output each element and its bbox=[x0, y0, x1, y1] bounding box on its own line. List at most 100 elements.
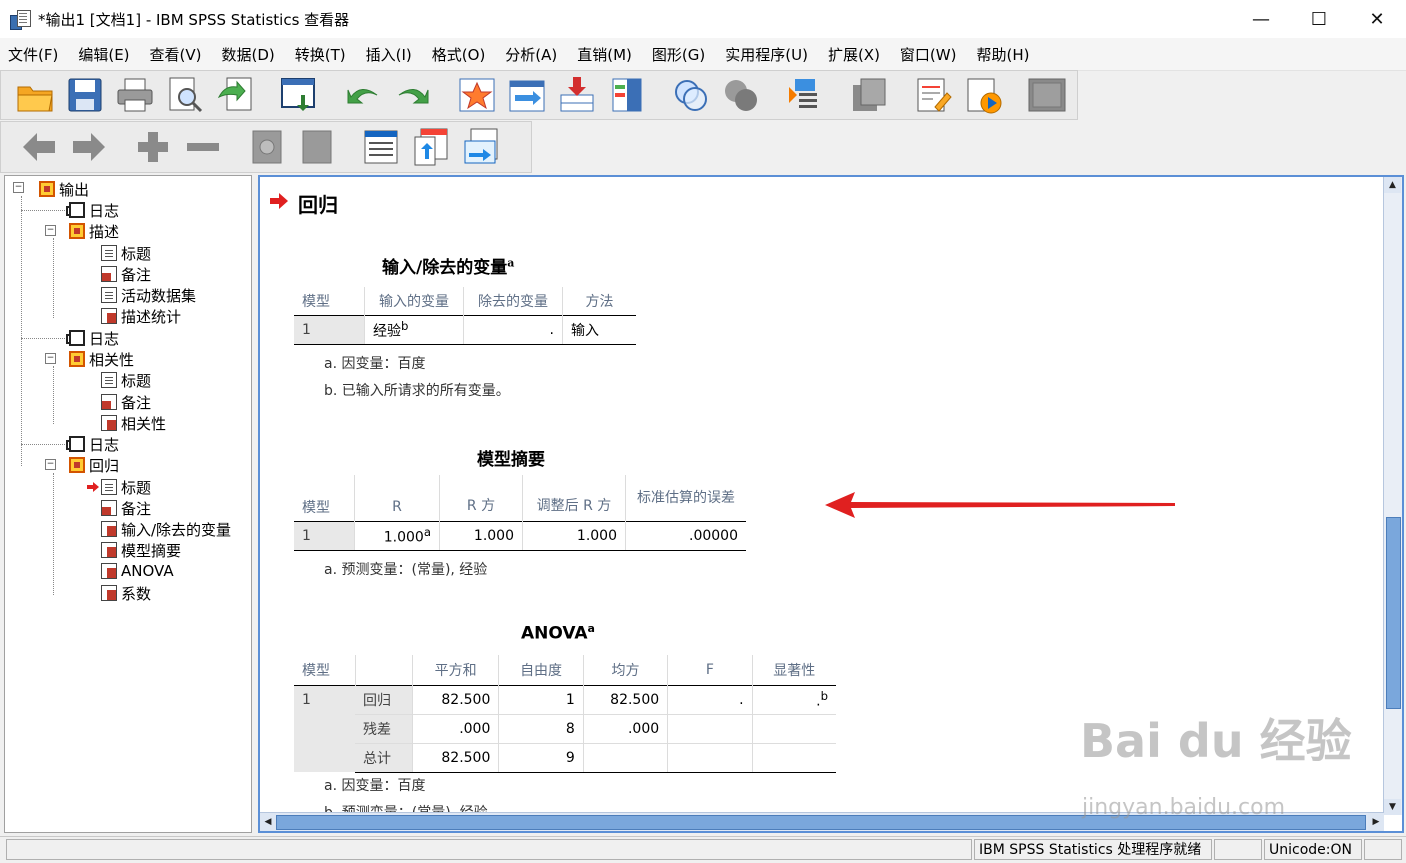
menu-view[interactable]: 查看(V) bbox=[142, 44, 214, 65]
weight-cases-icon[interactable] bbox=[721, 75, 761, 115]
hide-icon[interactable] bbox=[297, 127, 337, 167]
maximize-button[interactable]: ☐ bbox=[1290, 0, 1348, 38]
model-summary-title: 模型摘要 bbox=[477, 450, 545, 470]
menu-window[interactable]: 窗口(W) bbox=[892, 44, 969, 65]
outline-node-correlations-table[interactable]: 相关性 bbox=[101, 413, 166, 433]
menu-direct-marketing[interactable]: 直销(M) bbox=[569, 44, 644, 65]
outline-node-variables-entered[interactable]: 输入/除去的变量 bbox=[101, 519, 231, 539]
outline-node-log[interactable]: 日志 bbox=[66, 200, 119, 220]
table-cell: 总计 bbox=[355, 742, 413, 773]
use-sets-icon[interactable] bbox=[849, 75, 889, 115]
open-icon[interactable] bbox=[15, 75, 55, 115]
header-cell: 输入的变量 bbox=[364, 287, 464, 316]
scroll-left-arrow-icon[interactable]: ◀ bbox=[260, 813, 276, 831]
collapse-toggle[interactable]: − bbox=[45, 459, 56, 470]
anova-title: ANOVAa bbox=[521, 622, 595, 644]
outline-node-log[interactable]: 日志 bbox=[66, 328, 119, 348]
scroll-down-arrow-icon[interactable]: ▼ bbox=[1384, 799, 1401, 815]
outline-node-anova[interactable]: ANOVA bbox=[101, 561, 174, 581]
script-icon[interactable] bbox=[913, 75, 953, 115]
outline-node-coefficients[interactable]: 系数 bbox=[101, 583, 151, 603]
variables-entered-title: 输入/除去的变量a bbox=[382, 256, 515, 278]
menu-help[interactable]: 帮助(H) bbox=[968, 44, 1041, 65]
save-icon[interactable] bbox=[65, 75, 105, 115]
menu-data[interactable]: 数据(D) bbox=[214, 44, 287, 65]
designate-window-icon[interactable] bbox=[1027, 75, 1067, 115]
vertical-scroll-thumb[interactable] bbox=[1386, 517, 1401, 709]
outline-node-title[interactable]: 标题 bbox=[101, 370, 151, 390]
insert-cases-icon[interactable] bbox=[557, 75, 597, 115]
outline-node-model-summary[interactable]: 模型摘要 bbox=[101, 540, 181, 560]
insert-heading-icon[interactable] bbox=[361, 127, 401, 167]
export-icon[interactable] bbox=[215, 75, 255, 115]
collapse-toggle[interactable]: − bbox=[13, 182, 24, 193]
outline-node-title[interactable]: 标题 bbox=[101, 477, 151, 497]
outline-node-notes[interactable]: 备注 bbox=[101, 264, 151, 284]
forward-icon[interactable] bbox=[69, 127, 109, 167]
folder-icon bbox=[69, 457, 85, 473]
redo-icon[interactable] bbox=[393, 75, 433, 115]
outline-node-notes[interactable]: 备注 bbox=[101, 392, 151, 412]
menu-edit[interactable]: 编辑(E) bbox=[70, 44, 141, 65]
value-labels-icon[interactable] bbox=[785, 75, 825, 115]
table-cell bbox=[667, 742, 753, 773]
menu-file[interactable]: 文件(F) bbox=[0, 44, 70, 65]
outline-node-title[interactable]: 标题 bbox=[101, 243, 151, 263]
outline-node-log[interactable]: 日志 bbox=[66, 434, 119, 454]
goto-case-icon[interactable] bbox=[457, 75, 497, 115]
header-cell: 模型 bbox=[302, 662, 330, 679]
tree-connector bbox=[53, 366, 54, 424]
table-cell: 输入 bbox=[562, 315, 636, 345]
collapse-icon[interactable] bbox=[183, 127, 223, 167]
outline-node-regression[interactable]: 回归 bbox=[69, 455, 119, 475]
scroll-up-arrow-icon[interactable]: ▲ bbox=[1384, 177, 1401, 193]
close-button[interactable]: ✕ bbox=[1348, 0, 1406, 38]
table-cell: 回归 bbox=[355, 684, 413, 714]
menu-extensions[interactable]: 扩展(X) bbox=[820, 44, 892, 65]
run-script-icon[interactable] bbox=[963, 75, 1003, 115]
table-row: 残差 .000 8 .000 bbox=[294, 713, 836, 743]
vertical-scrollbar[interactable]: ▲ ▼ bbox=[1383, 177, 1402, 815]
table-icon bbox=[101, 415, 117, 431]
menu-analyze[interactable]: 分析(A) bbox=[497, 44, 569, 65]
table-cell: 82.500 bbox=[411, 742, 499, 773]
collapse-toggle[interactable]: − bbox=[45, 353, 56, 364]
insert-text-icon[interactable] bbox=[461, 127, 501, 167]
select-cases-icon[interactable] bbox=[671, 75, 711, 115]
table-cell: .000 bbox=[582, 713, 668, 743]
collapse-toggle[interactable]: − bbox=[45, 225, 56, 236]
folder-icon bbox=[39, 181, 55, 197]
tree-connector bbox=[53, 238, 54, 318]
show-icon[interactable] bbox=[247, 127, 287, 167]
tree-connector bbox=[21, 338, 65, 339]
outline-node-notes[interactable]: 备注 bbox=[101, 498, 151, 518]
outline-node-descriptive-stats[interactable]: 描述统计 bbox=[101, 306, 181, 326]
scroll-right-arrow-icon[interactable]: ▶ bbox=[1368, 813, 1384, 831]
insert-title-icon[interactable] bbox=[411, 127, 451, 167]
outline-node-correlations[interactable]: 相关性 bbox=[69, 349, 134, 369]
menu-transform[interactable]: 转换(T) bbox=[287, 44, 358, 65]
goto-data-icon[interactable] bbox=[279, 75, 319, 115]
outline-node-active-dataset[interactable]: 活动数据集 bbox=[101, 285, 196, 305]
header-cell: 平方和 bbox=[411, 655, 499, 685]
header-cell: 除去的变量 bbox=[463, 287, 563, 316]
outline-node-output[interactable]: 输出 bbox=[39, 179, 89, 199]
menu-format[interactable]: 格式(O) bbox=[424, 44, 498, 65]
goto-variable-icon[interactable] bbox=[507, 75, 547, 115]
minimize-button[interactable]: — bbox=[1232, 0, 1290, 38]
table-cell bbox=[667, 713, 753, 743]
insert-variable-icon[interactable] bbox=[607, 75, 647, 115]
log-icon bbox=[66, 436, 85, 452]
menu-utilities[interactable]: 实用程序(U) bbox=[717, 44, 820, 65]
print-preview-icon[interactable] bbox=[165, 75, 205, 115]
menu-graphs[interactable]: 图形(G) bbox=[644, 44, 717, 65]
outline-node-descriptives[interactable]: 描述 bbox=[69, 221, 119, 241]
expand-icon[interactable] bbox=[133, 127, 173, 167]
back-icon[interactable] bbox=[19, 127, 59, 167]
print-icon[interactable] bbox=[115, 75, 155, 115]
undo-icon[interactable] bbox=[343, 75, 383, 115]
header-cell: 模型 bbox=[302, 294, 330, 310]
table-row: 1 回归 82.500 1 82.500 . .b bbox=[294, 684, 836, 772]
table-cell: .000 bbox=[411, 713, 499, 743]
menu-insert[interactable]: 插入(I) bbox=[358, 44, 424, 65]
